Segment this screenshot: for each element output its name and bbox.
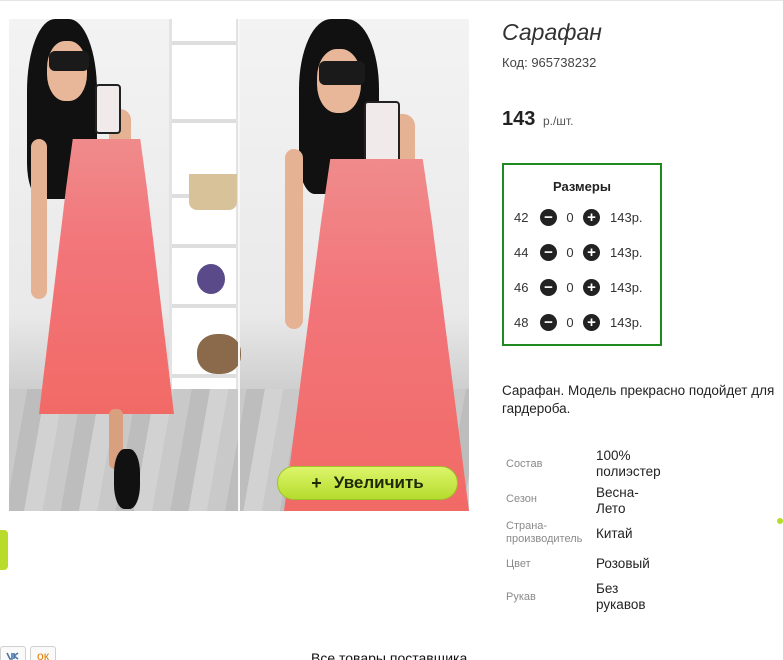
photo-basket	[189, 174, 237, 210]
price-unit: р./шт.	[542, 114, 574, 128]
zoom-button-label: Увеличить	[333, 473, 424, 492]
gallery-side-tab[interactable]	[0, 530, 8, 570]
product-title: Сарафан	[502, 19, 602, 45]
sizes-panel: Размеры 42 − 0 + 143р. 44 − 0 + 143р. 46…	[502, 163, 662, 346]
description-line: Сарафан. Модель прекрасно подойдет для	[502, 383, 775, 398]
size-quantity: 0	[566, 209, 574, 225]
spec-value: Без рукавов	[596, 581, 646, 612]
minus-icon[interactable]: −	[540, 208, 557, 226]
spec-label: Состав	[506, 458, 543, 470]
size-row-46: 46 − 0 + 143р.	[514, 277, 643, 297]
price-value: 143	[502, 108, 536, 130]
size-row-48: 48 − 0 + 143р.	[514, 312, 643, 332]
size-row-42: 42 − 0 + 143р.	[514, 207, 643, 227]
zoom-button[interactable]: + Увеличить	[277, 466, 458, 500]
size-price: 143р.	[610, 244, 643, 260]
size-label: 46	[514, 279, 529, 295]
size-price: 143р.	[610, 279, 643, 295]
minus-icon[interactable]: −	[540, 313, 557, 331]
supplier-products-link[interactable]: Все товары поставщика	[311, 650, 467, 660]
size-label: 42	[514, 209, 529, 225]
spec-value: 100% полиэстер	[596, 448, 661, 479]
size-row-44: 44 − 0 + 143р.	[514, 242, 643, 262]
plus-icon[interactable]: +	[583, 243, 600, 261]
product-price: 143 р./шт.	[502, 108, 573, 131]
product-code: Код: 965738232	[502, 55, 597, 70]
size-quantity: 0	[566, 244, 574, 260]
social-buttons: ок	[0, 646, 56, 660]
photo-plant	[197, 264, 225, 294]
size-label: 44	[514, 244, 529, 260]
spec-label: Цвет	[506, 558, 531, 570]
vk-icon[interactable]	[0, 646, 26, 660]
odnoklassniki-icon[interactable]: ок	[30, 646, 56, 660]
spec-label: Страна-производитель	[506, 520, 583, 545]
photo-divider	[238, 19, 240, 511]
spec-label: Сезон	[506, 493, 537, 505]
minus-icon[interactable]: −	[540, 243, 557, 261]
size-quantity: 0	[566, 279, 574, 295]
scroll-marker	[777, 518, 783, 524]
plus-icon: +	[311, 472, 322, 493]
size-label: 48	[514, 314, 529, 330]
plus-icon[interactable]: +	[583, 278, 600, 296]
size-price: 143р.	[610, 314, 643, 330]
size-price: 143р.	[610, 209, 643, 225]
photo-toy	[197, 334, 241, 374]
top-divider	[0, 0, 783, 1]
spec-value: Розовый	[596, 556, 650, 571]
plus-icon[interactable]: +	[583, 313, 600, 331]
size-quantity: 0	[566, 314, 574, 330]
description-line: гардероба.	[502, 401, 571, 416]
plus-icon[interactable]: +	[583, 208, 600, 226]
product-photo[interactable]	[9, 19, 469, 511]
minus-icon[interactable]: −	[540, 278, 557, 296]
product-description: Сарафан. Модель прекрасно подойдет для г…	[502, 382, 783, 418]
spec-value: Китай	[596, 526, 633, 541]
spec-label: Рукав	[506, 591, 536, 603]
spec-value: Весна-Лето	[596, 485, 639, 516]
sizes-heading: Размеры	[553, 179, 611, 194]
